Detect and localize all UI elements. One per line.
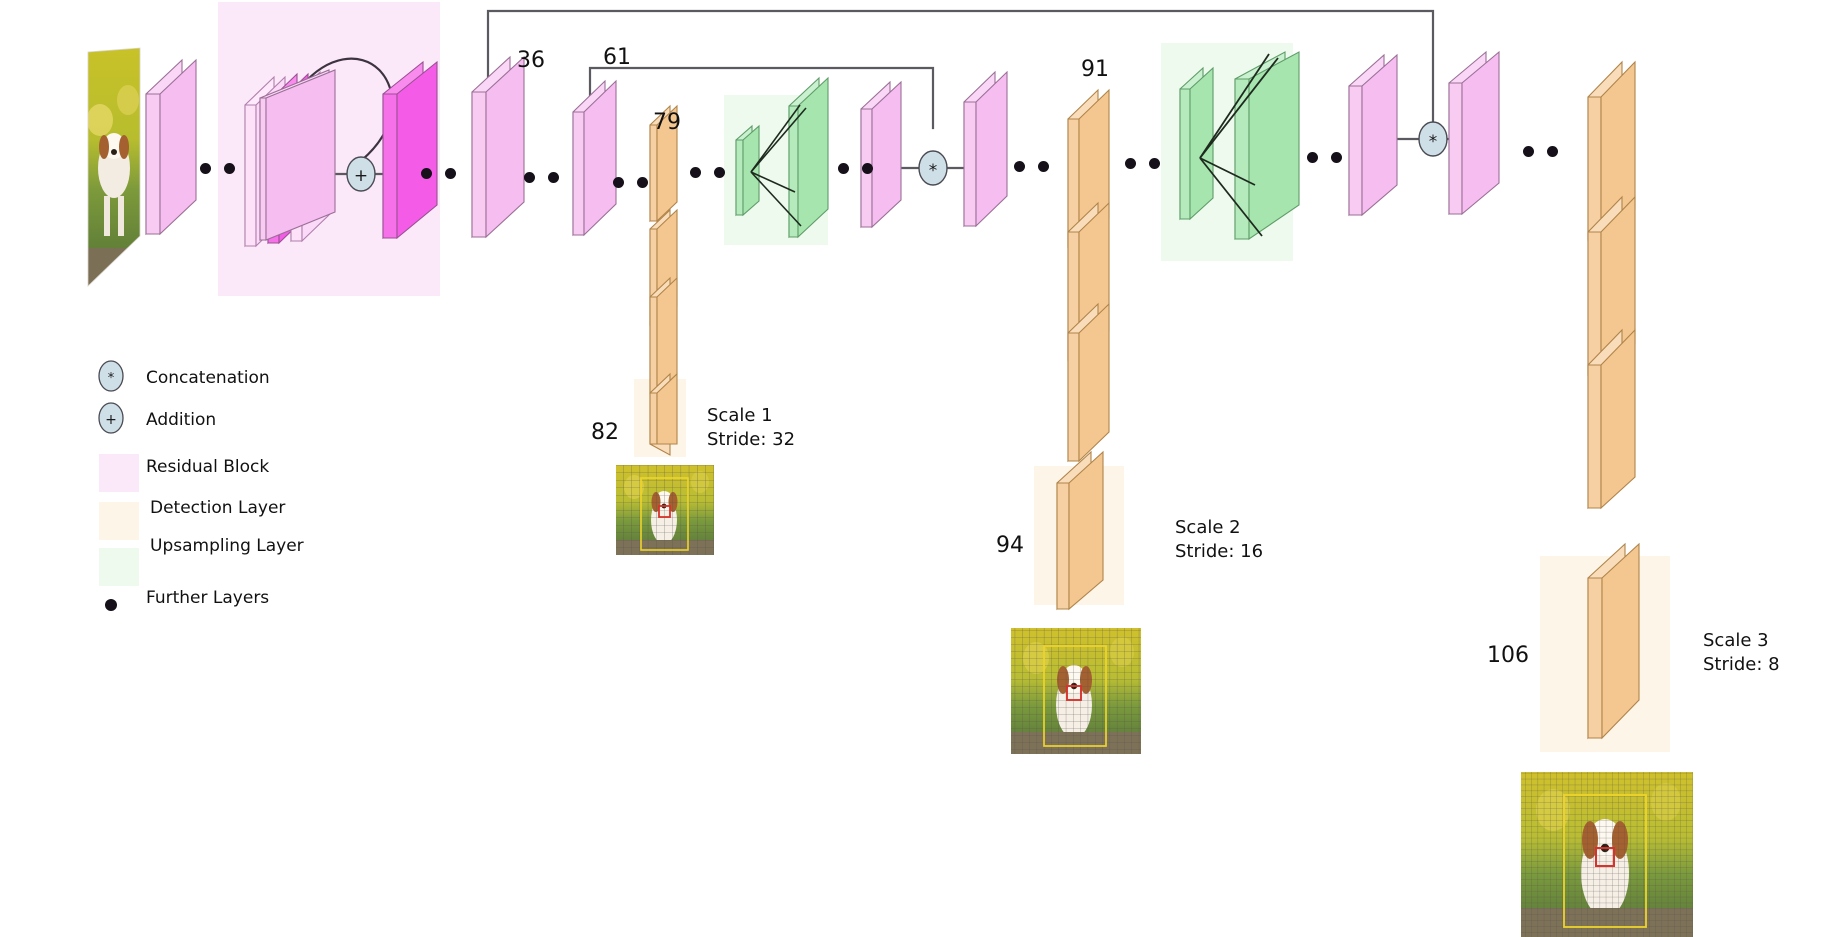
legend: * + Concatenation Addition Residual Bloc… xyxy=(96,360,396,620)
scale-annotation-2: Scale 2 Stride: 16 xyxy=(1175,516,1263,565)
diagram-canvas: .pf{fill:#f6bdf0;stroke:#9a6f96;stroke-w… xyxy=(0,0,1832,937)
legend-detection-layer-swatch xyxy=(99,502,139,540)
legend-upsampling-layer-swatch xyxy=(99,548,139,586)
scale-annotation-1: Scale 1 Stride: 32 xyxy=(707,404,795,453)
legend-addition-icon: + xyxy=(98,402,124,434)
scale-1-stride: Stride: 32 xyxy=(707,429,796,451)
legend-concat-symbol: * xyxy=(108,371,115,386)
legend-label-further-layers: Further Layers xyxy=(146,588,270,608)
layer-label-94: 94 xyxy=(996,533,1024,558)
detection-image-scale2 xyxy=(1011,628,1141,754)
layer-label-106: 106 xyxy=(1487,643,1529,668)
layer-label-36: 36 xyxy=(517,48,545,73)
legend-addition-symbol: + xyxy=(105,412,117,428)
legend-label-upsampling-layer: Upsampling Layer xyxy=(150,536,304,556)
scale-2-name: Scale 2 xyxy=(1175,517,1241,538)
scale-annotation-3: Scale 3 Stride: 8 xyxy=(1703,629,1780,678)
layer-label-61: 61 xyxy=(603,45,631,70)
legend-label-addition: Addition xyxy=(146,410,217,430)
scale-1-name: Scale 1 xyxy=(707,405,773,426)
detection-image-scale1 xyxy=(616,465,714,555)
layer-label-91: 91 xyxy=(1081,57,1109,82)
legend-residual-block-swatch xyxy=(99,454,139,492)
layer-label-79: 79 xyxy=(653,110,681,135)
scale-3-name: Scale 3 xyxy=(1703,630,1769,651)
layer-label-82: 82 xyxy=(591,420,619,445)
legend-label-concatenation: Concatenation xyxy=(146,368,270,388)
scale-2-stride: Stride: 16 xyxy=(1175,541,1264,563)
scale-3-stride: Stride: 8 xyxy=(1703,654,1780,676)
detection-image-scale3 xyxy=(1521,772,1693,937)
legend-label-detection-layer: Detection Layer xyxy=(150,498,286,518)
legend-concatenation-icon: * xyxy=(98,360,124,392)
legend-further-layers-dot-icon xyxy=(105,599,117,611)
legend-label-residual-block: Residual Block xyxy=(146,457,270,477)
